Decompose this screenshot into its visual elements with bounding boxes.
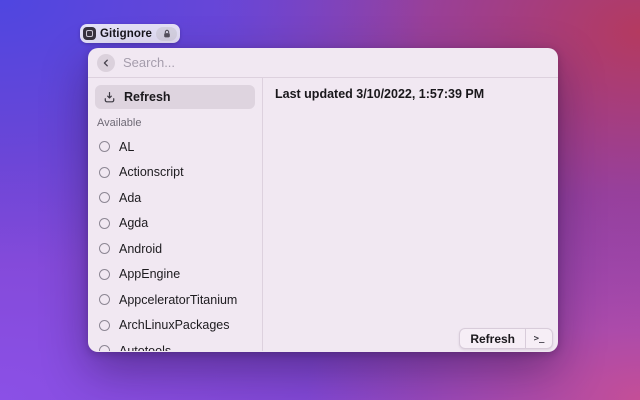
circle-icon	[99, 141, 110, 152]
section-label-available: Available	[97, 117, 253, 130]
lock-icon	[162, 29, 172, 39]
list-item-android[interactable]: Android	[95, 236, 255, 262]
list-item-actionscript[interactable]: Actionscript	[95, 160, 255, 186]
list-item-ada[interactable]: Ada	[95, 185, 255, 211]
circle-icon	[99, 320, 110, 331]
launcher-pill-gitignore[interactable]: Gitignore	[80, 24, 180, 43]
search-bar	[88, 48, 558, 78]
circle-icon	[99, 192, 110, 203]
search-input[interactable]	[123, 55, 549, 70]
list-item-label: Actionscript	[119, 165, 184, 179]
list-item-label: AppEngine	[119, 267, 180, 281]
list-item-label: Ada	[119, 191, 141, 205]
list-item-label: ArchLinuxPackages	[119, 318, 229, 332]
circle-icon	[99, 269, 110, 280]
sidebar-item-refresh[interactable]: Refresh	[95, 85, 255, 109]
last-updated-text: Last updated 3/10/2022, 1:57:39 PM	[275, 87, 546, 101]
circle-icon	[99, 218, 110, 229]
launcher-title: Gitignore	[100, 28, 152, 40]
detail-panel: Last updated 3/10/2022, 1:57:39 PM	[263, 78, 558, 351]
list-item-autotools[interactable]: Autotools	[95, 338, 255, 351]
terminal-button[interactable]: >_	[526, 329, 552, 348]
window-body: Refresh Available AL Actionscript Ada Ag…	[88, 78, 558, 351]
list-item-archlinuxpackages[interactable]: ArchLinuxPackages	[95, 313, 255, 339]
circle-icon	[99, 243, 110, 254]
chevron-left-icon	[101, 58, 111, 68]
list-item-appengine[interactable]: AppEngine	[95, 262, 255, 288]
list-item-agda[interactable]: Agda	[95, 211, 255, 237]
refresh-action-label: Refresh	[124, 90, 171, 104]
sidebar: Refresh Available AL Actionscript Ada Ag…	[88, 78, 263, 351]
list-item-label: AL	[119, 140, 134, 154]
template-list: AL Actionscript Ada Agda Android AppEngi…	[95, 134, 255, 351]
gitignore-window: Refresh Available AL Actionscript Ada Ag…	[88, 48, 558, 352]
list-item-appceleratortitanium[interactable]: AppceleratorTitanium	[95, 287, 255, 313]
list-item-al[interactable]: AL	[95, 134, 255, 160]
list-item-label: AppceleratorTitanium	[119, 293, 237, 307]
action-bar: Refresh >_	[459, 328, 553, 349]
refresh-button[interactable]: Refresh	[460, 329, 525, 348]
list-item-label: Agda	[119, 216, 148, 230]
list-item-label: Android	[119, 242, 162, 256]
list-item-label: Autotools	[119, 344, 171, 351]
download-tray-icon	[103, 91, 116, 104]
circle-icon	[99, 167, 110, 178]
circle-icon	[99, 294, 110, 305]
circle-icon	[99, 345, 110, 351]
back-button[interactable]	[97, 54, 115, 72]
terminal-icon: >_	[534, 334, 545, 344]
gitignore-app-icon	[83, 27, 96, 40]
lock-badge	[156, 27, 177, 41]
